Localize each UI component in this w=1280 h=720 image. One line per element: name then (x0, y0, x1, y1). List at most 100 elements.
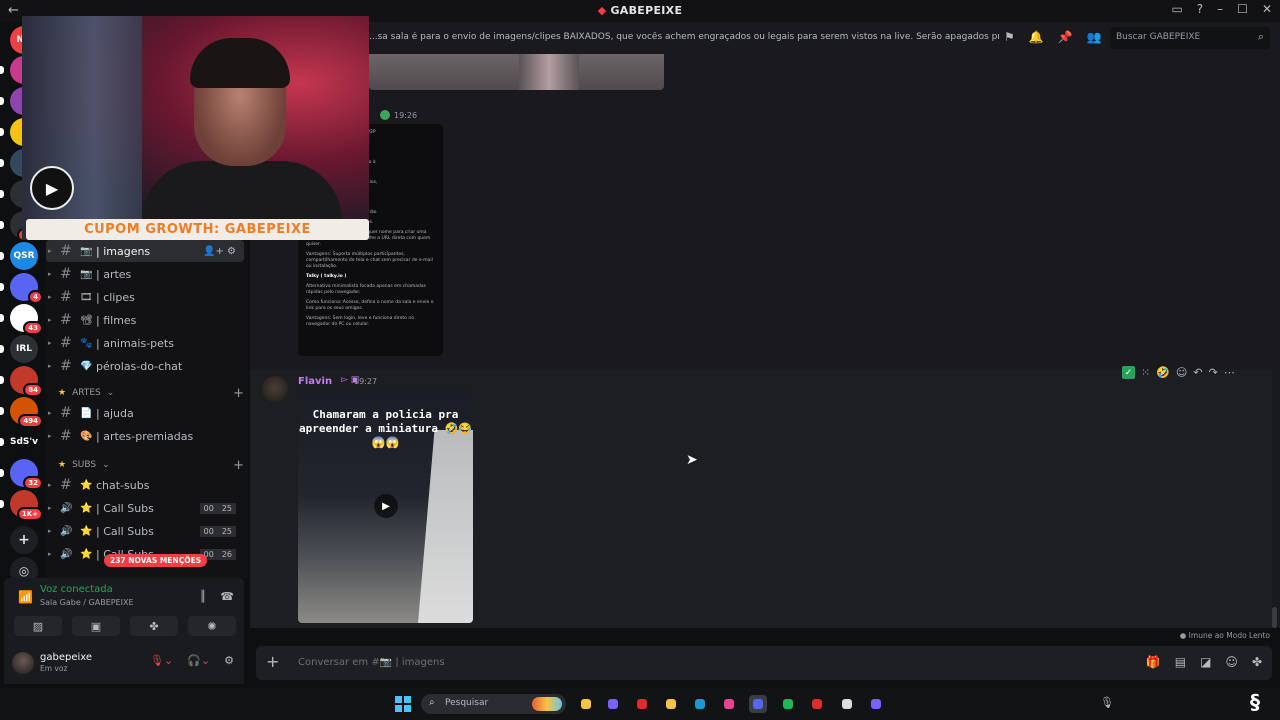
channel-settings-icon[interactable]: 👤+ ⚙ (203, 246, 236, 257)
soundboard-button[interactable]: ✺ (188, 616, 236, 636)
windows-start-icon[interactable] (395, 696, 411, 712)
obs-icon[interactable] (838, 695, 856, 713)
server-icon[interactable]: 32 (10, 459, 43, 490)
category-artes[interactable]: ★ ARTES ⌄ + (58, 386, 244, 401)
text-channel-icon: # (60, 405, 72, 421)
channel-item[interactable]: ▸ # 📷 | imagens 👤+ ⚙ (46, 240, 244, 262)
settings-gear-icon[interactable]: ⚙ (224, 654, 234, 667)
folder-icon[interactable] (662, 695, 680, 713)
author-avatar[interactable] (262, 376, 288, 402)
add-reaction-icon[interactable]: ☺ (1176, 366, 1187, 379)
server-icon[interactable]: IRL (10, 335, 38, 363)
channel-item[interactable]: ▸ # 🐾 | animais-pets (46, 332, 244, 354)
noise-suppression-icon[interactable]: ║ (200, 590, 207, 603)
capcut-icon[interactable] (720, 695, 738, 713)
screen-share-button[interactable]: ▣ (72, 616, 120, 636)
voice-status[interactable]: Voz conectada (40, 584, 113, 595)
server-icon[interactable]: 4 (10, 273, 43, 304)
more-options-icon[interactable]: ⋯ (1224, 366, 1235, 379)
channel-emoji-icon: ⭐ (80, 479, 93, 491)
channel-name: | artes-premiadas (96, 429, 194, 443)
member-list-icon[interactable]: 👥 (1087, 30, 1102, 44)
inbox-icon[interactable]: ▭ (1171, 2, 1182, 16)
copilot-icon[interactable] (604, 695, 622, 713)
sticker-icon[interactable]: ◪ (1200, 655, 1211, 669)
channel-item[interactable]: ▸ # 🎞 | clipes (46, 286, 244, 308)
coupon-banner: CUPOM GROWTH: GABEPEIXE (26, 219, 369, 240)
video-caption: Chamaram a policia pra apreender a minia… (298, 408, 473, 449)
camera-button[interactable]: ▨ (14, 616, 62, 636)
gif-icon[interactable]: ▤ (1175, 655, 1186, 669)
file-explorer-icon[interactable] (577, 695, 595, 713)
unread-pip (0, 283, 4, 291)
microphone-icon[interactable]: 🎙 (1100, 696, 1114, 709)
check-reaction-icon[interactable]: ✓ (1122, 366, 1135, 379)
channel-emoji-icon: 🎞 (80, 291, 93, 303)
channel-topic[interactable]: ...sa sala é para o envio de imagens/cli… (369, 32, 999, 42)
pin-icon[interactable]: 📌 (1058, 30, 1073, 44)
channel-item[interactable]: ▸ 🔊 ⭐ | Call Subs 00 25 (46, 520, 244, 542)
unread-pip (0, 128, 4, 136)
channel-emoji-icon: ⭐ (80, 548, 93, 560)
minimize-icon[interactable]: – (1217, 2, 1223, 16)
channel-item[interactable]: ▸ # 📷 | artes (46, 263, 244, 285)
scrollbar[interactable] (1272, 607, 1277, 628)
server-icon[interactable]: QSR (10, 242, 38, 270)
message-input[interactable]: Conversar em #📷 | imagens (298, 657, 445, 668)
spotify-icon[interactable] (779, 695, 797, 713)
maximize-icon[interactable]: ☐ (1237, 2, 1248, 16)
server-icon[interactable]: 1K+ (10, 490, 43, 521)
message-author[interactable]: Flavin (298, 376, 332, 387)
emoji-icon[interactable]: ☺ (1225, 655, 1238, 669)
channel-item[interactable]: ▸ # ⭐ chat-subs (46, 474, 244, 496)
disconnect-icon[interactable]: ☎ (220, 590, 234, 603)
channel-item[interactable]: ▸ # 🎨 | artes-premiadas (46, 425, 244, 447)
server-icon[interactable]: 43 (10, 304, 43, 335)
apps-icon[interactable]: ✤ (1252, 655, 1262, 669)
add-channel-icon[interactable]: + (233, 386, 244, 401)
steam-icon[interactable] (691, 695, 709, 713)
opera-icon[interactable] (633, 695, 651, 713)
video-attachment[interactable]: Chamaram a policia pra apreender a minia… (298, 390, 473, 623)
channel-emoji-icon: ⭐ (80, 502, 93, 514)
threads-icon[interactable]: ⚑ (1004, 30, 1015, 44)
arrow-app-icon[interactable] (867, 695, 885, 713)
deafen-icon[interactable]: 🎧⌄ (187, 654, 210, 667)
voice-channel-icon: 🔊 (60, 502, 73, 514)
server-icon[interactable]: 494 (10, 397, 43, 428)
search-input[interactable]: Buscar GABEPEIXE ⌕ (1110, 27, 1270, 49)
new-mentions-badge[interactable]: 237 NOVAS MENÇÕES (104, 554, 208, 567)
play-icon[interactable]: ▶ (374, 494, 398, 518)
activities-button[interactable]: ✤ (130, 616, 178, 636)
avatar[interactable] (12, 652, 34, 674)
username[interactable]: gabepeixe (40, 652, 92, 663)
red-app-icon[interactable] (808, 695, 826, 713)
discord-icon[interactable] (749, 695, 767, 713)
help-icon[interactable]: ? (1197, 2, 1203, 16)
notifications-bell-icon[interactable]: 🔔 (1029, 30, 1044, 44)
server-icon[interactable]: SdS'v (10, 428, 38, 456)
server-icon[interactable]: 84 (10, 366, 43, 397)
channel-item[interactable]: ▸ # 📽 | filmes (46, 309, 244, 331)
dotted-select-icon[interactable]: ⁙ (1141, 366, 1150, 379)
voice-room[interactable]: Sala Gabe / GABEPEIXE (40, 598, 134, 607)
message-composer[interactable]: + Conversar em #📷 | imagens 🎁 ▤ ◪ ☺ ✤ (256, 646, 1272, 680)
channel-item[interactable]: ▸ 🔊 ⭐ | Call Subs 00 25 (46, 497, 244, 519)
close-icon[interactable]: ✕ (1262, 2, 1272, 16)
gift-icon[interactable]: 🎁 (1146, 655, 1161, 669)
channel-item[interactable]: ▸ # 📄 | ajuda (46, 402, 244, 424)
voice-channel-icon: 🔊 (60, 548, 73, 560)
laugh-reaction-icon[interactable]: 🤣 (1156, 366, 1170, 379)
category-subs[interactable]: ★ SUBS ⌄ + (58, 458, 244, 473)
collapse-caret-icon: ▸ (48, 409, 52, 417)
channel-item[interactable]: ▸ # 💎 pérolas-do-chat (46, 355, 244, 377)
add-channel-icon[interactable]: + (233, 458, 244, 473)
add-server-icon[interactable]: + (10, 526, 38, 554)
signal-icon[interactable]: 📶 (18, 590, 33, 604)
forward-icon[interactable]: ↷ (1209, 366, 1218, 379)
reply-icon[interactable]: ↶ (1193, 366, 1202, 379)
attached-image[interactable] (369, 54, 664, 90)
upload-plus-icon[interactable]: + (266, 652, 279, 671)
mute-mic-icon[interactable]: 🎙⌄ (150, 654, 173, 667)
taskbar-search[interactable]: ⌕ Pesquisar (421, 694, 566, 714)
